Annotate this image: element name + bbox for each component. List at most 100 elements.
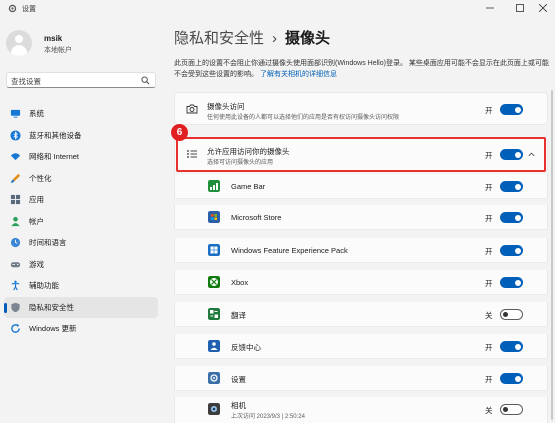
step-badge: 6 xyxy=(171,124,188,141)
globe-clock-icon xyxy=(10,238,21,248)
sidebar-item-bluetooth[interactable]: 蓝牙和其他设备 xyxy=(4,125,158,147)
app-name: 设置 xyxy=(231,375,246,384)
app-state: 开 xyxy=(485,214,493,223)
title-bar: 设置 xyxy=(0,0,555,16)
app-access-title: 允许应用访问你的摄像头 xyxy=(207,147,290,156)
app-name: Microsoft Store xyxy=(231,213,282,222)
sidebar-item-time-language[interactable]: 时间和语言 xyxy=(4,232,158,254)
user-name: msik xyxy=(44,34,63,43)
app-access-subtitle: 选择可访问摄像头的应用 xyxy=(207,160,274,166)
description-text: 此页面上的设置不会阻止你通过摄像头使用面部识别(Windows Hello)登录… xyxy=(174,60,549,78)
sidebar-item-accessibility[interactable]: 辅助功能 xyxy=(4,275,158,297)
app-name: Game Bar xyxy=(231,182,266,191)
brush-icon xyxy=(10,173,21,183)
chevron-up-icon[interactable] xyxy=(527,150,536,159)
sidebar-item-privacy-security[interactable]: 隐私和安全性 xyxy=(4,296,158,318)
app-state: 开 xyxy=(485,279,493,288)
sidebar-item-apps[interactable]: 应用 xyxy=(4,189,158,211)
app-name: 相机 xyxy=(231,401,246,410)
window-title: 设置 xyxy=(22,6,36,13)
app-toggle[interactable] xyxy=(500,212,523,223)
wifi-icon xyxy=(10,153,21,161)
app-row-xbox: Xbox 开 xyxy=(174,270,548,295)
person-icon xyxy=(11,216,20,226)
gamepad-icon xyxy=(10,261,21,267)
search-placeholder: 查找设置 xyxy=(11,77,41,86)
app-name: Xbox xyxy=(231,278,249,287)
search-input[interactable]: 查找设置 xyxy=(6,72,156,88)
shield-icon xyxy=(11,302,20,313)
page-description: 此页面上的设置不会阻止你通过摄像头使用面部识别(Windows Hello)登录… xyxy=(174,58,552,80)
camera-icon xyxy=(186,104,198,114)
app-access-card[interactable]: 允许应用访问你的摄像头 选择可访问摄像头的应用 开 xyxy=(174,137,548,171)
sidebar-item-system[interactable]: 系统 xyxy=(4,103,158,125)
list-icon xyxy=(187,150,197,158)
translate-icon xyxy=(208,308,220,320)
app-toggle[interactable] xyxy=(500,309,523,320)
camera-access-toggle[interactable] xyxy=(500,104,523,115)
app-row-settings: 设置 开 xyxy=(174,366,548,391)
camera-access-subtitle: 任何使用此设备的人都可以选择他们的应用是否有权访问摄像头访问权限 xyxy=(207,115,400,121)
app-state: 开 xyxy=(485,247,493,256)
app-toggle[interactable] xyxy=(500,373,523,384)
maximize-icon xyxy=(516,4,524,12)
app-access-state: 开 xyxy=(485,151,493,160)
app-row-windows-feature-experience-pack: Windows Feature Experience Pack 开 xyxy=(174,238,548,263)
store-icon xyxy=(208,211,220,223)
feedback-icon xyxy=(208,340,220,352)
app-row-game-bar: Game Bar 开 xyxy=(174,174,548,199)
sidebar-item-windows-update[interactable]: Windows 更新 xyxy=(4,318,158,340)
app-state: 开 xyxy=(485,375,493,384)
app-toggle[interactable] xyxy=(500,245,523,256)
camera-access-state: 开 xyxy=(485,106,493,115)
learn-more-link[interactable]: 了解有关相机的详细信息 xyxy=(260,71,337,78)
settings-app-icon xyxy=(8,4,17,13)
app-name: 翻译 xyxy=(231,311,246,320)
app-toggle[interactable] xyxy=(500,277,523,288)
app-name: Windows Feature Experience Pack xyxy=(231,246,348,255)
monitor-icon xyxy=(10,110,21,118)
account-type: 本地帐户 xyxy=(44,47,72,54)
app-last-access: 上次访问 2023/9/3 | 2:50:24 xyxy=(231,414,305,420)
camera-access-card: 摄像头访问 任何使用此设备的人都可以选择他们的应用是否有权访问摄像头访问权限 开 xyxy=(174,92,548,125)
app-state: 关 xyxy=(485,406,493,415)
search-icon xyxy=(141,76,150,85)
sidebar-item-accounts[interactable]: 帐户 xyxy=(4,211,158,233)
windows-icon xyxy=(208,244,220,256)
settings-icon xyxy=(208,372,220,384)
sidebar-item-personalization[interactable]: 个性化 xyxy=(4,168,158,190)
page-title: 摄像头 xyxy=(285,30,331,47)
bluetooth-icon xyxy=(10,130,21,141)
app-row-camera: 相机 上次访问 2023/9/3 | 2:50:24 关 xyxy=(174,397,548,423)
minimize-button[interactable] xyxy=(475,0,505,16)
camera-access-title: 摄像头访问 xyxy=(207,102,245,111)
avatar xyxy=(6,30,32,56)
app-state: 开 xyxy=(485,183,493,192)
camera-app-icon xyxy=(208,403,220,415)
breadcrumb-separator: › xyxy=(272,30,278,47)
xbox-icon xyxy=(208,276,220,288)
app-toggle[interactable] xyxy=(500,341,523,352)
minimize-icon xyxy=(486,7,494,9)
gamebar-icon xyxy=(208,180,220,192)
update-icon xyxy=(11,324,20,334)
breadcrumb: 隐私和安全性 › 摄像头 xyxy=(174,27,330,48)
accessibility-icon xyxy=(11,280,20,291)
close-icon xyxy=(539,4,547,12)
app-toggle[interactable] xyxy=(500,181,523,192)
apps-icon xyxy=(10,195,21,205)
app-state: 开 xyxy=(485,343,493,352)
app-row-microsoft-store: Microsoft Store 开 xyxy=(174,205,548,230)
app-row-feedback-hub: 反馈中心 开 xyxy=(174,334,548,359)
sidebar-item-gaming[interactable]: 游戏 xyxy=(4,254,158,276)
app-state: 关 xyxy=(485,311,493,320)
close-button[interactable] xyxy=(528,0,555,16)
app-toggle[interactable] xyxy=(500,404,523,415)
app-name: 反馈中心 xyxy=(231,343,261,352)
app-row-translate: 翻译 关 xyxy=(174,302,548,327)
sidebar-nav: 系统 蓝牙和其他设备 网络和 Internet 个性化 应用 帐户 时间和语言 … xyxy=(4,103,158,340)
breadcrumb-parent[interactable]: 隐私和安全性 xyxy=(174,30,264,47)
sidebar-item-network[interactable]: 网络和 Internet xyxy=(4,146,158,168)
app-access-toggle[interactable] xyxy=(500,149,523,160)
scrollbar[interactable] xyxy=(551,90,553,420)
